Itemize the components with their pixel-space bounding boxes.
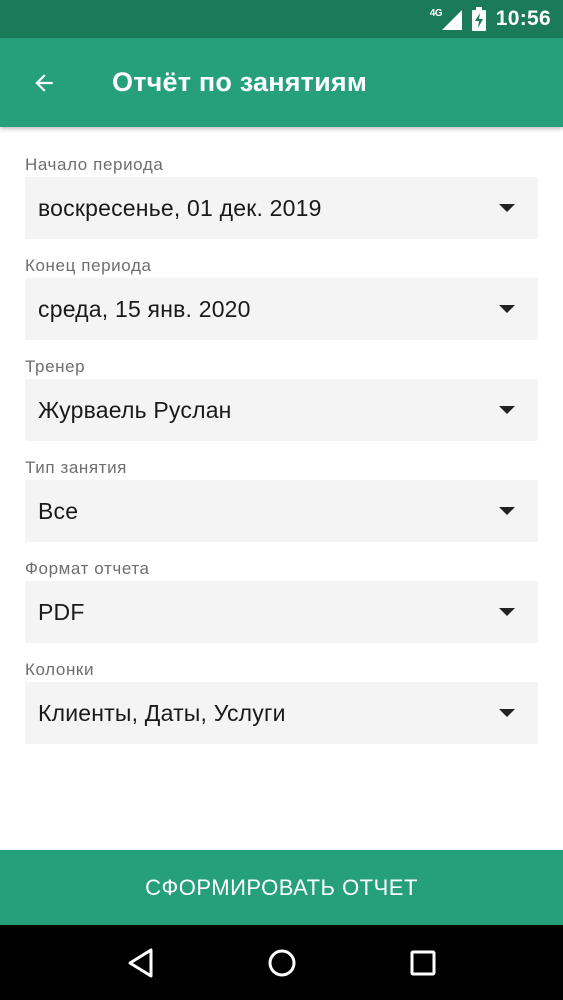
field-value: Журваель Руслан <box>38 396 232 423</box>
field-class-type: Тип занятия Все <box>25 456 538 557</box>
field-label: Тренер <box>25 357 86 376</box>
field-value: среда, 15 янв. 2020 <box>38 295 251 322</box>
dropdown-arrow-icon <box>499 406 515 414</box>
nav-home-button[interactable] <box>252 933 312 993</box>
period-end-dropdown[interactable]: среда, 15 янв. 2020 <box>25 278 538 340</box>
field-value: PDF <box>38 598 85 625</box>
square-recents-icon <box>410 950 435 975</box>
battery-charging-icon <box>471 7 486 31</box>
field-period-end: Конец периода среда, 15 янв. 2020 <box>25 254 538 355</box>
dropdown-arrow-icon <box>499 204 515 212</box>
system-nav-bar <box>0 925 563 1000</box>
field-label: Формат отчета <box>25 559 150 578</box>
report-form: Начало периода воскресенье, 01 дек. 2019… <box>25 153 538 759</box>
report-format-dropdown[interactable]: PDF <box>25 581 538 643</box>
status-bar: 4G 10:56 <box>0 0 563 38</box>
clock: 10:56 <box>495 7 551 30</box>
dropdown-arrow-icon <box>499 608 515 616</box>
screen: 4G 10:56 Отчёт по занятиям Начало период… <box>0 0 563 1000</box>
field-label: Колонки <box>25 660 95 679</box>
trainer-dropdown[interactable]: Журваель Руслан <box>25 379 538 441</box>
page-title: Отчёт по занятиям <box>112 67 368 97</box>
network-indicator: 4G <box>430 6 462 32</box>
network-type: 4G <box>429 8 443 19</box>
nav-back-button[interactable] <box>111 933 171 993</box>
field-report-format: Формат отчета PDF <box>25 557 538 658</box>
field-value: Клиенты, Даты, Услуги <box>38 699 286 726</box>
field-label: Тип занятия <box>25 458 127 477</box>
triangle-back-icon <box>128 948 152 977</box>
circle-home-icon <box>268 949 295 976</box>
field-value: Все <box>38 497 79 524</box>
field-label: Начало периода <box>25 155 164 174</box>
nav-recents-button[interactable] <box>393 933 453 993</box>
back-button[interactable] <box>16 55 72 111</box>
dropdown-arrow-icon <box>499 709 515 717</box>
dropdown-arrow-icon <box>499 305 515 313</box>
generate-report-button[interactable]: СФОРМИРОВАТЬ ОТЧЕТ <box>0 850 563 925</box>
arrow-left-icon <box>35 73 53 92</box>
period-start-dropdown[interactable]: воскресенье, 01 дек. 2019 <box>25 177 538 239</box>
dropdown-arrow-icon <box>499 507 515 515</box>
field-columns: Колонки Клиенты, Даты, Услуги <box>25 658 538 759</box>
field-label: Конец периода <box>25 256 152 275</box>
columns-dropdown[interactable]: Клиенты, Даты, Услуги <box>25 682 538 744</box>
field-value: воскресенье, 01 дек. 2019 <box>38 194 322 221</box>
signal-icon <box>441 10 462 30</box>
field-period-start: Начало периода воскресенье, 01 дек. 2019 <box>25 153 538 254</box>
app-bar: Отчёт по занятиям <box>0 38 563 127</box>
class-type-dropdown[interactable]: Все <box>25 480 538 542</box>
field-trainer: Тренер Журваель Руслан <box>25 355 538 456</box>
